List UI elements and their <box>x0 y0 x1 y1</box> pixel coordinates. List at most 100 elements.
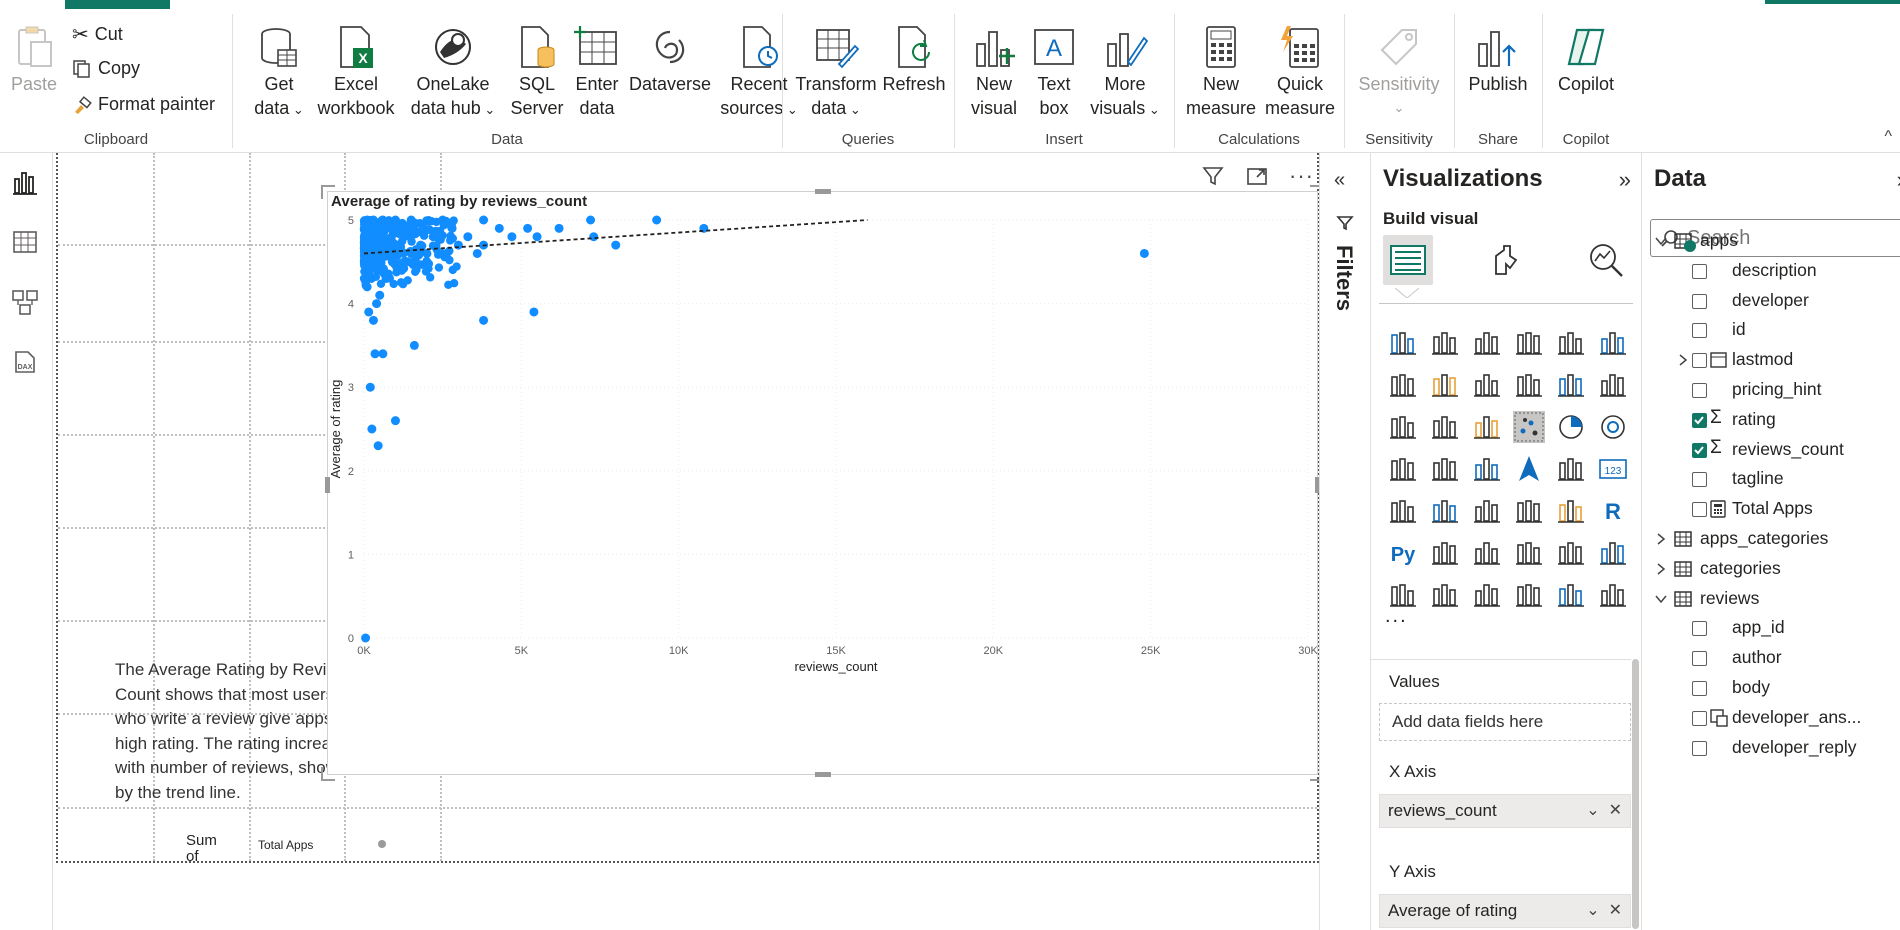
remove-field-icon[interactable]: ✕ <box>1609 902 1622 919</box>
remove-field-icon[interactable]: ✕ <box>1609 802 1622 819</box>
visual-type-line-clustered-column-icon[interactable] <box>1597 369 1629 401</box>
table-view-icon[interactable] <box>10 227 40 257</box>
visual-type-waterfall-icon[interactable] <box>1429 411 1461 443</box>
excel-workbook-button[interactable]: X Excel workbook <box>311 24 401 120</box>
visual-type-azure-map-icon[interactable] <box>1513 453 1545 485</box>
new-measure-button[interactable]: New measure <box>1183 24 1259 120</box>
visual-type-stacked-bar-icon[interactable] <box>1387 327 1419 359</box>
visual-type-power-automate-icon[interactable] <box>1471 579 1503 611</box>
visual-type-qa-icon[interactable] <box>1513 537 1545 569</box>
quick-measure-button[interactable]: Quick measure <box>1259 24 1341 120</box>
visual-type-stacked-column-icon[interactable] <box>1429 327 1461 359</box>
visual-type-kpi-icon[interactable] <box>1429 495 1461 527</box>
visual-type-gauge-icon[interactable] <box>1555 453 1587 485</box>
chevron-right-icon[interactable] <box>1654 532 1668 546</box>
x-axis-field[interactable]: reviews_count ⌄ ✕ <box>1379 794 1631 828</box>
visual-type-donut-icon[interactable] <box>1597 411 1629 443</box>
resize-handle-top[interactable] <box>815 189 831 194</box>
field-checkbox[interactable] <box>1692 472 1707 488</box>
tab-format-visual[interactable] <box>1481 235 1531 285</box>
field-row-id[interactable]: id <box>1642 315 1900 345</box>
resize-handle-bottom-left[interactable] <box>321 767 335 781</box>
visual-type-arcgis-icon[interactable] <box>1513 579 1545 611</box>
visual-type-multi-row-card-icon[interactable] <box>1387 495 1419 527</box>
new-visual-button[interactable]: New visual <box>963 24 1025 120</box>
visual-type-100-stacked-area-icon[interactable] <box>1513 369 1545 401</box>
field-checkbox[interactable] <box>1692 323 1707 339</box>
values-drop-zone[interactable]: Add data fields here <box>1379 703 1631 741</box>
share-button-edge[interactable] <box>1765 0 1900 4</box>
resize-handle-top-left[interactable] <box>321 185 335 199</box>
collapse-ribbon-icon[interactable]: ^ <box>1884 128 1892 146</box>
field-row-pricing_hint[interactable]: pricing_hint <box>1642 375 1900 405</box>
visual-type-line-icon[interactable] <box>1387 369 1419 401</box>
visual-type-pie-icon[interactable] <box>1555 411 1587 443</box>
chevron-down-icon[interactable]: ⌄ <box>1586 802 1599 819</box>
field-checkbox[interactable] <box>1692 263 1707 279</box>
table-row-apps_categories[interactable]: apps_categories <box>1642 524 1900 554</box>
chevron-right-icon[interactable] <box>1654 562 1668 576</box>
visual-type-matrix-icon[interactable] <box>1555 495 1587 527</box>
collapse-left-icon[interactable]: « <box>1334 169 1345 192</box>
visual-type-ribbon-icon[interactable] <box>1387 411 1419 443</box>
field-checkbox[interactable] <box>1692 621 1707 637</box>
more-visuals-ellipsis[interactable]: ... <box>1385 605 1408 628</box>
field-checkbox[interactable] <box>1692 293 1707 309</box>
visual-type-clustered-bar-icon[interactable] <box>1471 327 1503 359</box>
transform-data-button[interactable]: Transform data ⌄ <box>791 24 881 122</box>
field-checkbox[interactable] <box>1692 353 1707 369</box>
chevron-right-icon[interactable] <box>1676 353 1690 367</box>
visual-type-scatter-icon[interactable] <box>1513 411 1545 443</box>
field-checkbox[interactable] <box>1692 710 1707 726</box>
format-painter-button[interactable]: Format painter <box>72 94 215 115</box>
visual-type-line-stacked-column-icon[interactable] <box>1555 369 1587 401</box>
field-row-developer_reply[interactable]: developer_reply <box>1642 733 1900 763</box>
field-row-developer_ans[interactable]: developer_ans... <box>1642 703 1900 733</box>
field-row-tagline[interactable]: tagline <box>1642 464 1900 494</box>
report-canvas[interactable]: The Average Rating by Reviews Count show… <box>53 153 1324 930</box>
visual-type-card-icon[interactable]: 123 <box>1597 453 1629 485</box>
field-checkbox[interactable] <box>1692 681 1707 696</box>
field-checkbox[interactable] <box>1692 502 1707 518</box>
field-row-app_id[interactable]: app_id <box>1642 613 1900 643</box>
dataverse-button[interactable]: Dataverse <box>625 24 715 96</box>
y-axis-field[interactable]: Average of rating ⌄ ✕ <box>1379 894 1631 928</box>
model-view-icon[interactable] <box>10 287 40 317</box>
field-checkbox[interactable] <box>1692 651 1707 667</box>
visual-type-power-apps-icon[interactable] <box>1429 579 1461 611</box>
report-view-icon[interactable] <box>10 167 40 197</box>
visualizations-scrollbar[interactable] <box>1632 659 1639 929</box>
cut-button[interactable]: ✂ Cut <box>72 22 123 47</box>
visual-type-treemap-icon[interactable] <box>1387 453 1419 485</box>
focus-mode-icon[interactable] <box>1245 164 1269 188</box>
resize-handle-left[interactable] <box>325 477 330 493</box>
dax-query-view-icon[interactable]: DAX <box>10 347 40 377</box>
field-row-rating[interactable]: Σrating <box>1642 405 1900 435</box>
visual-type-100-stacked-column-icon[interactable] <box>1597 327 1629 359</box>
chevron-down-icon[interactable] <box>1654 592 1668 606</box>
refresh-button[interactable]: Refresh <box>879 24 949 96</box>
onelake-data-hub-button[interactable]: OneLake data hub ⌄ <box>399 24 507 122</box>
field-row-lastmod[interactable]: lastmod <box>1642 345 1900 375</box>
sql-server-button[interactable]: SQL Server <box>505 24 569 120</box>
copilot-button[interactable]: Copilot <box>1547 24 1625 96</box>
tab-analytics[interactable] <box>1581 235 1631 285</box>
field-checkbox[interactable] <box>1692 442 1707 458</box>
enter-data-button[interactable]: Enter data <box>567 24 627 120</box>
visual-type-filled-map-icon[interactable] <box>1471 453 1503 485</box>
table-row-apps[interactable]: apps <box>1642 226 1900 256</box>
sensitivity-button[interactable]: Sensitivity ⌄ <box>1349 24 1449 120</box>
collapse-right-icon[interactable]: » <box>1619 167 1631 193</box>
visual-type-slicer-icon[interactable] <box>1471 495 1503 527</box>
visual-type-shape-map-icon[interactable] <box>1555 579 1587 611</box>
publish-button[interactable]: Publish <box>1459 24 1537 96</box>
paste-button[interactable]: Paste <box>6 24 62 96</box>
visual-type-clustered-column-icon[interactable] <box>1513 327 1545 359</box>
field-checkbox[interactable] <box>1692 412 1707 428</box>
field-row-TotalApps[interactable]: Total Apps <box>1642 494 1900 524</box>
table-row-categories[interactable]: categories <box>1642 554 1900 584</box>
table-row-reviews[interactable]: reviews <box>1642 584 1900 614</box>
visual-type-key-influencers-icon[interactable] <box>1429 537 1461 569</box>
visual-type-table-icon[interactable] <box>1513 495 1545 527</box>
chevron-down-icon[interactable]: ⌄ <box>1586 902 1599 919</box>
